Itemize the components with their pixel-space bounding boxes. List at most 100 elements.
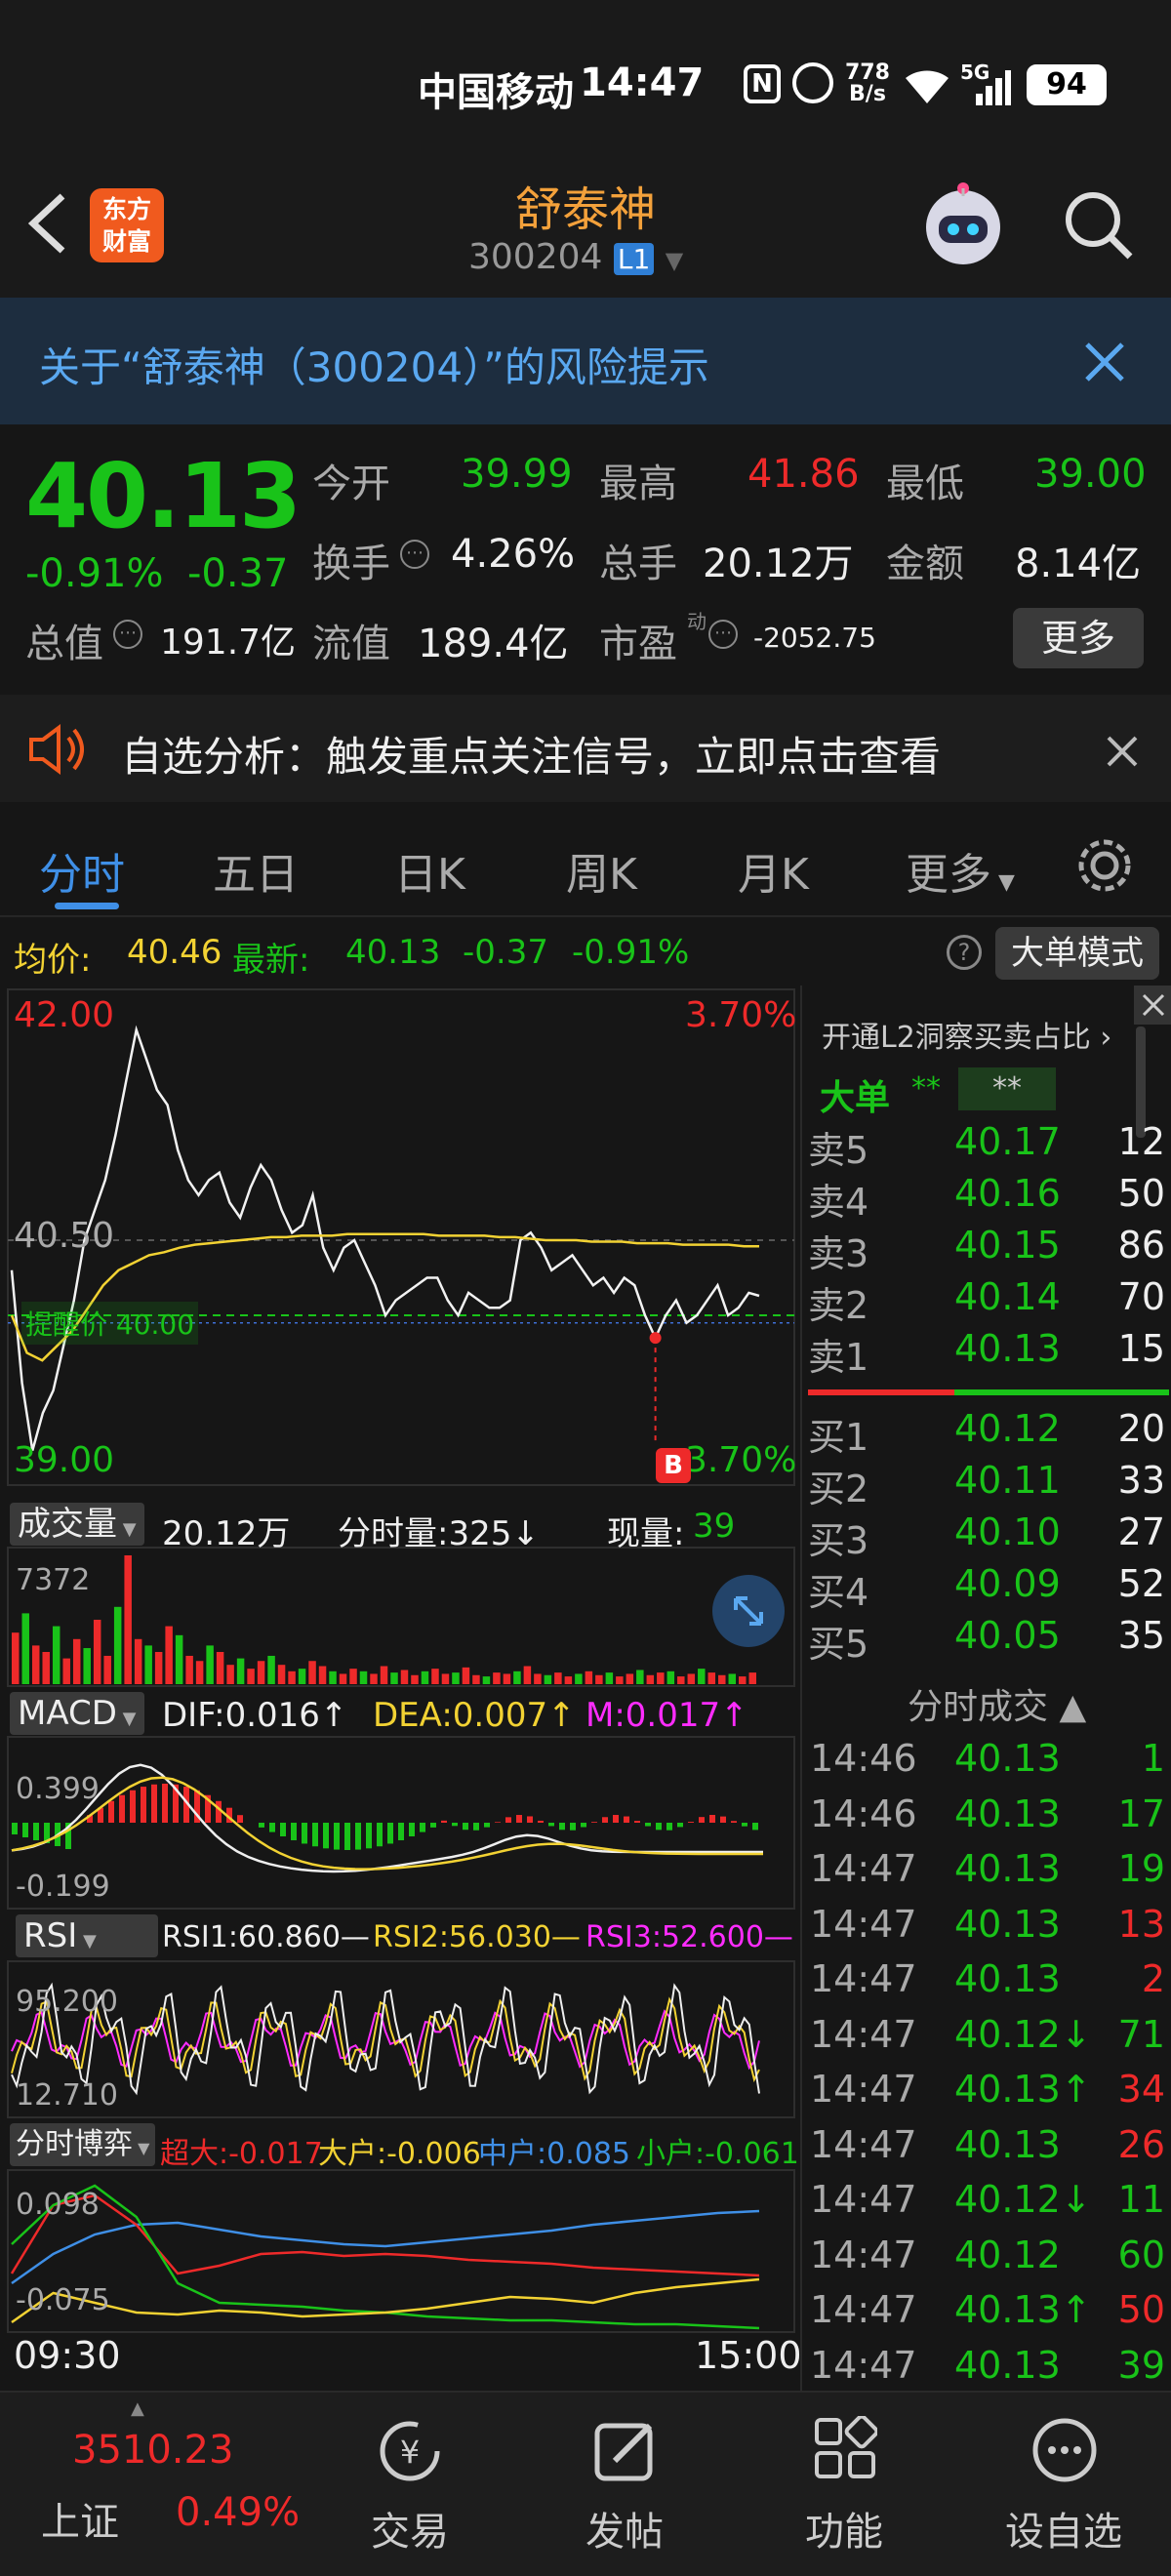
trade-time: 14:47	[810, 2233, 917, 2276]
tab-weekly-k[interactable]: 周K	[566, 839, 637, 902]
macd-histogram-bar	[398, 1823, 404, 1840]
close-icon[interactable]	[1105, 734, 1140, 769]
macd-indicator-selector[interactable]: MACD ▼	[10, 1692, 144, 1735]
trades-header[interactable]: 分时成交 ▲	[908, 1678, 1086, 1729]
macd-m: M:0.017↑	[586, 1696, 748, 1735]
bid-volume: 52	[1117, 1562, 1165, 1605]
volume-bar	[575, 1673, 583, 1684]
ask-row: 卖5 40.17 12	[802, 1120, 1171, 1172]
trade-volume: 60	[1117, 2233, 1165, 2276]
volume-value: 20.12万	[703, 542, 854, 586]
flow-axis-bottom: -0.075	[16, 2283, 110, 2317]
trade-row: 14:47 40.13 19	[802, 1847, 1171, 1902]
more-dots-icon	[1032, 2418, 1097, 2482]
search-icon[interactable]	[1062, 188, 1136, 262]
tab-more[interactable]: 更多 ▼	[906, 839, 1015, 902]
macd-histogram-bar	[538, 1820, 544, 1823]
risk-warning-text[interactable]: 关于“舒泰神（300204）”的风险提示	[39, 335, 709, 394]
trade-row: 14:47 40.12 60	[802, 2234, 1171, 2288]
price-axis-top: 42.00	[14, 995, 115, 1035]
volume-bar	[329, 1670, 337, 1684]
nav-trade[interactable]: ¥ 交易	[342, 2393, 478, 2576]
bid-row: 买1 40.12 20	[802, 1407, 1171, 1459]
volume-bar	[554, 1672, 562, 1684]
volume-bar	[359, 1670, 368, 1684]
nav-post-label: 发帖	[586, 2510, 664, 2555]
flow-medium: 中户:0.085	[478, 2137, 630, 2171]
bid-ratio-bar	[954, 1389, 1169, 1395]
intraday-chart-area[interactable]: 42.00 3.70% 40.50 39.00 3.70% 提醒价 40.00 …	[0, 986, 802, 2391]
info-icon[interactable]: ⋯	[708, 620, 738, 649]
ask-volume: 50	[1117, 1172, 1165, 1215]
macd-histogram-bar	[216, 1800, 222, 1823]
nav-post[interactable]: 发帖	[556, 2393, 693, 2576]
settings-gear-icon[interactable]	[1073, 834, 1136, 897]
trade-price: 40.13	[954, 2122, 1061, 2166]
close-icon[interactable]	[1081, 339, 1128, 385]
change-amount: -0.37	[187, 551, 289, 596]
volume-bar	[267, 1655, 275, 1684]
tab-monthly-k[interactable]: 月K	[738, 839, 809, 902]
clock: 14:47	[580, 60, 705, 105]
volume-bar	[564, 1676, 573, 1684]
flow-indicator-selector[interactable]: 分时博弈 ▼	[10, 2123, 156, 2166]
volume-bar	[739, 1676, 747, 1684]
bid-volume: 20	[1117, 1407, 1165, 1450]
trade-time: 14:47	[810, 1902, 917, 1946]
tab-daily-k[interactable]: 日K	[394, 839, 465, 902]
tab-five-day[interactable]: 五日	[213, 839, 299, 902]
wifi-icon	[906, 70, 949, 103]
big-order-mode-button[interactable]: 大单模式	[995, 927, 1159, 980]
volume-bar	[370, 1673, 378, 1684]
rsi2-value: RSI2:56.030—	[373, 1920, 581, 1954]
l2-upgrade-link[interactable]: 开通L2洞察买卖占比 ›	[822, 1013, 1111, 1056]
nav-features[interactable]: 功能	[776, 2393, 912, 2576]
ask-label: 卖1	[808, 1336, 869, 1379]
pct-axis-bottom: 3.70%	[685, 1440, 797, 1480]
trade-row: 14:47 40.12↓ 71	[802, 2013, 1171, 2068]
volume-bar	[175, 1634, 183, 1684]
volume-bar	[390, 1672, 398, 1684]
rsi1-line	[11, 1982, 760, 2096]
macd-histogram-bar	[430, 1823, 436, 1828]
close-icon[interactable]	[1134, 986, 1171, 1025]
ask-row: 卖1 40.13 15	[802, 1327, 1171, 1379]
info-icon[interactable]: ⋯	[400, 540, 429, 569]
nfc-icon: N	[744, 64, 781, 103]
info-icon[interactable]: ⋯	[113, 620, 142, 649]
volume-bar	[288, 1670, 296, 1684]
index-ticker[interactable]: ▲ 3510.23 上证 0.49%	[0, 2393, 300, 2576]
intraday-chart[interactable]	[0, 986, 800, 2391]
help-icon[interactable]: ?	[947, 935, 982, 970]
ask-volume: 15	[1117, 1327, 1165, 1370]
volume-indicator-selector[interactable]: 成交量 ▼	[10, 1503, 144, 1546]
flow-small: 小户:-0.061	[636, 2137, 799, 2171]
watchlist-notice[interactable]: 自选分析：触发重点关注信号，立即点击查看	[0, 695, 1171, 802]
more-button[interactable]: 更多	[1013, 608, 1144, 668]
buy-signal-marker[interactable]: B	[656, 1448, 691, 1483]
volume-bar	[400, 1670, 409, 1684]
mcap-label: 总值	[25, 622, 103, 666]
macd-histogram-bar	[720, 1816, 726, 1823]
stock-code-row[interactable]: 300204 L1 ▼	[468, 237, 683, 277]
volume-bar	[513, 1670, 521, 1684]
rsi-indicator-selector[interactable]: RSI ▼	[16, 1914, 158, 1957]
tab-intraday[interactable]: 分时	[39, 839, 125, 902]
alert-price-tag[interactable]: 提醒价 40.00	[21, 1302, 199, 1345]
nav-add-watchlist[interactable]: 设自选	[986, 2393, 1142, 2576]
expand-icon[interactable]	[712, 1575, 785, 1647]
macd-axis-top: 0.399	[16, 1772, 100, 1806]
flow-axis-top: 0.098	[16, 2188, 100, 2222]
trade-row: 14:47 40.13 13	[802, 1903, 1171, 1957]
volume-bar	[103, 1655, 111, 1684]
ask-row: 卖3 40.15 86	[802, 1224, 1171, 1275]
volume-bar	[236, 1658, 245, 1684]
bid-row: 买4 40.09 52	[802, 1562, 1171, 1614]
low-value: 39.00	[1034, 452, 1147, 497]
macd-histogram-bar	[624, 1816, 629, 1823]
risk-warning-banner[interactable]: 关于“舒泰神（300204）”的风险提示	[0, 298, 1171, 424]
notice-text[interactable]: 自选分析：触发重点关注信号，立即点击查看	[121, 724, 941, 784]
robot-assistant-icon[interactable]	[917, 179, 1009, 270]
volume-total: 20.12万	[162, 1514, 291, 1553]
ask-price: 40.16	[954, 1172, 1061, 1215]
